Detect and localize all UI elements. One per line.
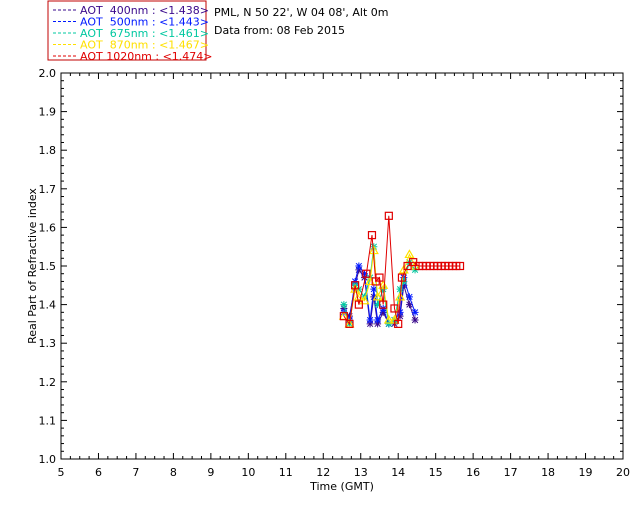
data-point xyxy=(411,308,419,316)
legend-entry: AOT 1020nm : <1.474> xyxy=(80,50,213,63)
y-axis: 1.0 1.1 1.2 1.3 1.4 1.5 1.6 1.7 1.8 1.9 2.0 xyxy=(39,67,623,466)
x-tick-label: 20 xyxy=(616,466,630,479)
y-tick-label: 1.2 xyxy=(39,376,57,389)
plot-area xyxy=(60,72,624,460)
y-tick-label: 1.6 xyxy=(39,221,57,234)
x-tick-label: 18 xyxy=(541,466,555,479)
y-tick-label: 1.4 xyxy=(39,299,57,312)
data-point xyxy=(396,285,404,293)
y-axis-label: Real Part of Refractive index xyxy=(26,188,39,344)
y-tick-label: 1.9 xyxy=(39,106,57,119)
x-axis-label: Time (GMT) xyxy=(309,480,374,493)
y-tick-label: 1.8 xyxy=(39,144,57,157)
legend: AOT 400nm : <1.438>AOT 500nm : <1.443>AO… xyxy=(47,0,213,63)
x-tick-label: 15 xyxy=(429,466,443,479)
data-point xyxy=(355,262,363,270)
x-tick-label: 10 xyxy=(241,466,255,479)
data-point xyxy=(366,316,374,324)
x-tick-label: 14 xyxy=(391,466,405,479)
x-tick-label: 11 xyxy=(279,466,293,479)
series-layer xyxy=(338,211,465,328)
data-point xyxy=(374,316,382,324)
x-tick-label: 12 xyxy=(316,466,330,479)
refractive-index-chart: AOT 400nm : <1.438>AOT 500nm : <1.443>AO… xyxy=(26,0,630,493)
site-info: PML, N 50 22', W 04 08', Alt 0m xyxy=(214,6,388,19)
data-point xyxy=(405,293,413,301)
x-tick-label: 6 xyxy=(95,466,102,479)
x-tick-label: 7 xyxy=(132,466,139,479)
x-axis: 5 6 7 8 9 10 11 12 13 14 15 16 17 18 19 20 xyxy=(58,73,630,479)
y-tick-label: 1.0 xyxy=(39,453,57,466)
data-point xyxy=(411,316,419,324)
y-tick-label: 1.3 xyxy=(39,337,57,350)
x-tick-label: 19 xyxy=(579,466,593,479)
x-tick-label: 9 xyxy=(207,466,214,479)
y-tick-label: 2.0 xyxy=(39,67,57,80)
data-date: Data from: 08 Feb 2015 xyxy=(214,24,345,37)
data-point xyxy=(340,301,348,309)
x-tick-label: 5 xyxy=(58,466,65,479)
x-tick-label: 17 xyxy=(504,466,518,479)
x-tick-label: 8 xyxy=(170,466,177,479)
y-tick-label: 1.1 xyxy=(39,414,57,427)
y-tick-label: 1.7 xyxy=(39,183,57,196)
y-tick-label: 1.5 xyxy=(39,260,57,273)
x-tick-label: 16 xyxy=(466,466,480,479)
x-tick-label: 13 xyxy=(354,466,368,479)
